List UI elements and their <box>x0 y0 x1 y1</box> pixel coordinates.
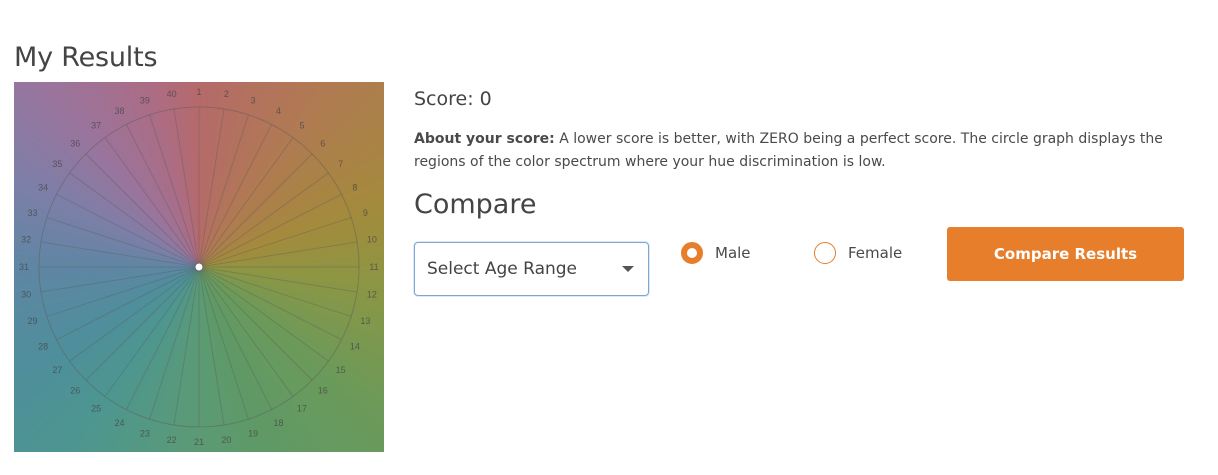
wheel-label: 3 <box>251 96 256 106</box>
wheel-label: 23 <box>140 428 150 438</box>
wheel-spoke <box>198 153 313 268</box>
wheel-label: 30 <box>21 289 31 299</box>
wheel-label: 17 <box>297 404 307 414</box>
wheel-label: 38 <box>115 106 125 116</box>
wheel-label: 14 <box>350 341 360 351</box>
wheel-label: 2 <box>224 89 229 99</box>
wheel-spoke <box>85 266 200 381</box>
wheel-spoke <box>198 266 249 420</box>
wheel-spoke <box>69 172 200 268</box>
radio-male-label: Male <box>715 244 751 262</box>
wheel-spoke <box>46 266 200 317</box>
wheel-spoke <box>104 266 200 397</box>
compare-heading: Compare <box>414 189 537 220</box>
wheel-spoke <box>198 266 329 362</box>
wheel-label: 20 <box>221 435 231 445</box>
wheel-label: 40 <box>167 89 177 99</box>
wheel-spoke <box>198 266 313 381</box>
radio-male-indicator[interactable] <box>681 242 703 264</box>
wheel-label: 32 <box>21 235 31 245</box>
wheel-label: 18 <box>273 418 283 428</box>
wheel-label: 19 <box>248 428 258 438</box>
wheel-spoke <box>198 114 249 268</box>
wheel-spoke <box>198 217 352 268</box>
wheel-label: 1 <box>196 87 201 97</box>
wheel-spoke <box>198 266 294 397</box>
wheel-label: 13 <box>360 316 370 326</box>
wheel-label: 21 <box>194 437 204 447</box>
wheel-label: 27 <box>52 365 62 375</box>
hue-score-wheel: 1 2 3 4 5 6 7 8 9 10 11 12 13 14 15 16 17 18 19 20 21 22 23 24 2… <box>14 82 384 452</box>
wheel-label: 15 <box>336 365 346 375</box>
wheel-spoke <box>198 137 294 268</box>
wheel-label: 26 <box>70 386 80 396</box>
page-title: My Results <box>14 42 158 73</box>
wheel-spoke <box>46 217 200 268</box>
age-range-selected-value: Select Age Range <box>427 259 578 279</box>
wheel-center-dot <box>194 262 204 272</box>
wheel-label: 37 <box>91 120 101 130</box>
wheel-label: 5 <box>299 120 304 130</box>
wheel-label: 29 <box>28 316 38 326</box>
hue-wheel-graph: 1 234567891011121314151617181920212223242… <box>19 87 379 447</box>
wheel-spoke <box>198 172 329 268</box>
wheel-label: 39 <box>140 96 150 106</box>
age-range-select[interactable]: Select Age Range <box>414 242 649 296</box>
wheel-label: 31 <box>19 262 29 272</box>
wheel-label: 28 <box>38 341 48 351</box>
wheel-label: 25 <box>91 404 101 414</box>
wheel-spoke <box>149 266 200 420</box>
wheel-label: 34 <box>38 183 48 193</box>
radio-female-label: Female <box>848 244 903 262</box>
wheel-label: 10 <box>367 235 377 245</box>
wheel-label: 24 <box>115 418 125 428</box>
score-text: Score: 0 <box>414 88 492 110</box>
wheel-label: 35 <box>52 159 62 169</box>
chevron-down-icon <box>622 266 634 272</box>
wheel-label: 12 <box>367 289 377 299</box>
wheel-spoke <box>149 114 200 268</box>
wheel-spoke <box>104 137 200 268</box>
wheel-label: 22 <box>167 435 177 445</box>
radio-female-indicator[interactable] <box>814 242 836 264</box>
wheel-label: 33 <box>28 208 38 218</box>
wheel-label: 16 <box>318 386 328 396</box>
wheel-spoke <box>85 153 200 268</box>
wheel-label: 11 <box>369 262 378 272</box>
about-score-text: About your score: A lower score is bette… <box>414 128 1174 174</box>
gender-radio-male[interactable]: Male <box>681 242 751 264</box>
wheel-label: 8 <box>352 183 357 193</box>
compare-results-button[interactable]: Compare Results <box>947 227 1184 281</box>
wheel-label: 4 <box>276 106 281 116</box>
about-score-label: About your score: <box>414 131 555 147</box>
wheel-label: 7 <box>338 159 343 169</box>
wheel-label: 36 <box>70 138 80 148</box>
wheel-spoke <box>198 266 352 317</box>
gender-radio-female[interactable]: Female <box>814 242 902 264</box>
wheel-label: 9 <box>363 208 368 218</box>
wheel-spoke <box>69 266 200 362</box>
wheel-label: 6 <box>320 138 325 148</box>
